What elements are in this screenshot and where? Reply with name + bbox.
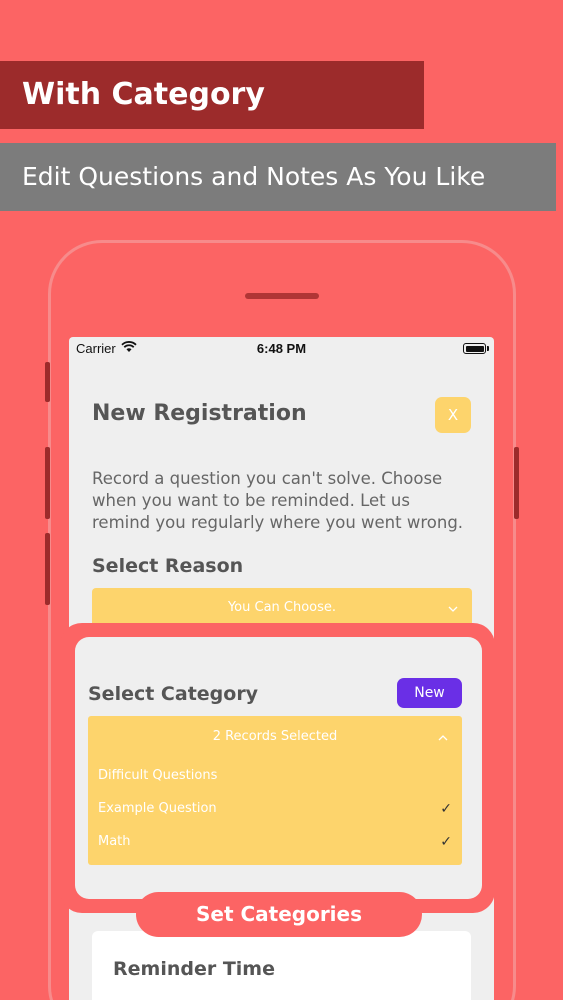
close-button[interactable]: X [435, 397, 471, 433]
phone-mute-switch [45, 362, 50, 402]
set-categories-caption: Set Categories [136, 892, 422, 937]
category-option-label: Difficult Questions [98, 768, 218, 783]
battery-tip [487, 346, 489, 351]
reminder-card[interactable]: Reminder Time [92, 931, 471, 1000]
category-option-example-question[interactable]: Example Question ✓ [98, 799, 452, 819]
battery-icon [463, 343, 486, 354]
chevron-down-icon [448, 588, 458, 628]
description-text: Record a question you can't solve. Choos… [92, 469, 464, 532]
category-option-label: Math [98, 834, 131, 849]
category-dropdown[interactable]: 2 Records Selected Difficult Questions E… [88, 716, 462, 865]
category-dropdown-header[interactable]: 2 Records Selected [88, 716, 462, 758]
chevron-up-icon [438, 716, 448, 758]
phone-volume-up [45, 447, 50, 519]
clock: 6:48 PM [256, 341, 307, 356]
category-option-math[interactable]: Math ✓ [98, 832, 452, 852]
subheadline-banner: Edit Questions and Notes As You Like [0, 143, 556, 211]
status-bar: Carrier 6:48 PM [69, 337, 494, 359]
page-title: New Registration [92, 401, 307, 426]
reminder-time-label: Reminder Time [113, 958, 275, 980]
select-category-label: Select Category [88, 683, 259, 705]
selected-count: 2 Records Selected [212, 729, 338, 744]
headline-banner: With Category Definition [0, 61, 424, 180]
category-option-label: Example Question [98, 801, 217, 816]
reason-dropdown-placeholder: You Can Choose. [227, 600, 337, 615]
checkmark-icon: ✓ [440, 834, 452, 850]
checkmark-icon: ✓ [440, 801, 452, 817]
phone-volume-down [45, 533, 50, 605]
phone-speaker [245, 293, 319, 299]
phone-power-button [514, 447, 519, 519]
new-category-button[interactable]: New [397, 678, 462, 708]
category-popup: Select Category New 2 Records Selected D… [75, 637, 482, 899]
category-option-difficult-questions[interactable]: Difficult Questions [98, 766, 452, 786]
select-reason-label: Select Reason [92, 555, 244, 577]
reason-dropdown[interactable]: You Can Choose. [92, 588, 472, 628]
